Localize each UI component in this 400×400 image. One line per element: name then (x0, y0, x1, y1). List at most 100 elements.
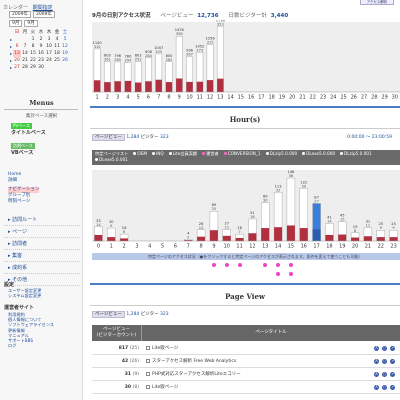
calendar-day[interactable]: 7 (21, 43, 29, 50)
search-icon[interactable]: ○ (382, 346, 387, 351)
calendar-day[interactable]: 2 (37, 36, 45, 43)
special-page-marker-icon[interactable] (276, 272, 281, 276)
calendar-day[interactable]: 10 (45, 43, 53, 50)
calendar-day[interactable]: 6 (13, 43, 21, 50)
page-title-cell[interactable]: PHP式対応スターアクセス解析Liteエコリー (142, 369, 374, 380)
calendar-day[interactable]: 26 (61, 57, 69, 64)
person-icon[interactable]: 人 (374, 385, 379, 390)
page-title-cell[interactable]: Lite版ページ (142, 343, 374, 354)
top-analytics-button[interactable]: アクセス解析 (360, 0, 394, 5)
calendar-day[interactable]: 12 (61, 43, 69, 50)
calendar-day[interactable]: 18 (53, 50, 61, 57)
filter-radio-icon[interactable] (202, 152, 206, 155)
filter-item[interactable]: DLexe5.0.000 (302, 151, 335, 156)
calendar-day[interactable]: 5 (61, 36, 69, 43)
calendar-day[interactable]: 29 (29, 64, 37, 71)
calendar-day[interactable]: 4 (53, 36, 61, 43)
calendar-day[interactable]: 19 (61, 50, 69, 57)
filter-item[interactable]: DLzip5.0.001 (340, 151, 372, 156)
year-select-2[interactable]: 2009年 (32, 11, 55, 18)
filter-radio-icon[interactable] (168, 152, 172, 155)
calendar-day[interactable]: 28 (21, 64, 29, 71)
person-icon[interactable]: 人 (374, 372, 379, 377)
visitor-data-label: 7 (238, 230, 240, 234)
visitor-data-label: 310 (94, 45, 102, 49)
calendar-day[interactable]: 9 (37, 43, 45, 50)
calendar-day[interactable]: 16 (37, 50, 45, 57)
filter-radio-icon[interactable] (151, 152, 155, 155)
calendar-day[interactable]: 23 (37, 57, 45, 64)
calendar-day[interactable]: 14 (21, 50, 29, 57)
person-icon[interactable]: 人 (374, 359, 379, 364)
nav-item-other[interactable]: ▸ その他 (4, 274, 80, 286)
calendar-day[interactable]: 3 (45, 36, 53, 43)
page-title-cell[interactable]: スターアクセス解析 Free Web Analytics (142, 356, 374, 367)
support-log[interactable]: ログ (8, 343, 54, 348)
table-row: 42 (26) スターアクセス解析 Free Web Analytics 人 ○ ↗ (92, 356, 400, 368)
calendar-day[interactable]: 1 (29, 36, 37, 43)
special-page-marker-icon[interactable] (288, 272, 293, 276)
person-icon[interactable]: 人 (374, 346, 379, 351)
filter-item[interactable]: OEM (133, 151, 147, 156)
filter-item[interactable]: Lite会員実績 (168, 151, 197, 156)
search-icon[interactable]: ○ (382, 372, 387, 377)
visitor-data-label: 2 (187, 235, 189, 239)
nav-item-visitor[interactable]: ▸ 訪問者 (4, 238, 80, 250)
hour-section-title: Hour(s) (229, 115, 261, 124)
pv-chip: ページビュー (92, 134, 125, 141)
special-page-marker-icon[interactable] (263, 263, 268, 267)
view-item-detail[interactable]: 詳細 (8, 178, 39, 184)
calendar-day[interactable]: 15 (29, 50, 37, 57)
special-page-marker-icon[interactable] (224, 263, 229, 267)
calendar-day[interactable]: 13 (13, 50, 21, 57)
filter-radio-icon[interactable] (302, 152, 306, 155)
link-icon[interactable]: ↗ (390, 346, 395, 351)
filter-item[interactable]: DLzip5.0.000 (265, 151, 297, 156)
calendar-day[interactable]: 22 (29, 57, 37, 64)
filter-radio-icon[interactable] (223, 152, 227, 155)
special-page-marker-icon[interactable] (276, 263, 281, 267)
nav-item-acquisition[interactable]: ▸ 集客 (4, 250, 80, 262)
filter-item[interactable]: DLexe5.0.001 (95, 157, 128, 162)
filter-item[interactable]: INQ (151, 151, 164, 156)
support-license[interactable]: ソフトウェアライセンス (8, 322, 54, 327)
search-icon[interactable]: ○ (382, 359, 387, 364)
calendar-day[interactable]: 17 (45, 50, 53, 57)
filter-item[interactable]: 特定ページリスト (95, 151, 128, 156)
special-page-marker-icon[interactable] (211, 263, 216, 267)
calendar-day[interactable]: 11 (53, 43, 61, 50)
calendar-day[interactable]: 25 (53, 57, 61, 64)
nav-item-conversion[interactable]: ▸ 成約系 (4, 262, 80, 274)
month-select-2[interactable]: 9月 (24, 20, 38, 27)
view-item-hourly[interactable]: 時刻ページ (8, 199, 39, 205)
filter-item[interactable]: 運営者 (202, 151, 219, 156)
nav-item-page[interactable]: ▸ ページ (4, 226, 80, 238)
settings-system[interactable]: システム設定変更 (8, 293, 41, 298)
count-value: 42 (121, 359, 129, 364)
calendar-day[interactable]: 27 (13, 64, 21, 71)
month-select[interactable]: 9月 (9, 20, 23, 27)
special-page-marker-icon[interactable] (288, 263, 293, 267)
year-select[interactable]: 2009年 (9, 11, 31, 18)
visit-base-option[interactable]: 訪問ベース VBベース (11, 143, 35, 156)
time-range[interactable]: 0:00:00 〜 23:00:59 (347, 134, 392, 140)
x-tick-label: 4 (148, 244, 151, 250)
page-title-cell[interactable]: Lite版ページ (142, 382, 374, 393)
calendar-day[interactable]: 24 (45, 57, 53, 64)
calendar-day[interactable]: 20 (13, 57, 21, 64)
link-icon[interactable]: ↗ (390, 359, 395, 364)
calendar-day[interactable]: 8 (29, 43, 37, 50)
special-page-marker-icon[interactable] (237, 263, 242, 267)
filter-radio-icon[interactable] (340, 152, 344, 155)
calendar-day[interactable]: 21 (21, 57, 29, 64)
link-icon[interactable]: ↗ (390, 385, 395, 390)
search-icon[interactable]: ○ (382, 385, 387, 390)
filter-radio-icon[interactable] (95, 158, 98, 161)
nav-item-route[interactable]: ▸ 訪問ルート (4, 214, 80, 226)
calendar-day[interactable]: 30 (37, 64, 45, 71)
link-icon[interactable]: ↗ (390, 372, 395, 377)
filter-radio-icon[interactable] (133, 152, 137, 155)
pv-base-option[interactable]: PVベース タイトルベース (11, 123, 46, 136)
filter-item[interactable]: CONVERSION_1 (223, 151, 261, 156)
filter-radio-icon[interactable] (265, 152, 269, 155)
